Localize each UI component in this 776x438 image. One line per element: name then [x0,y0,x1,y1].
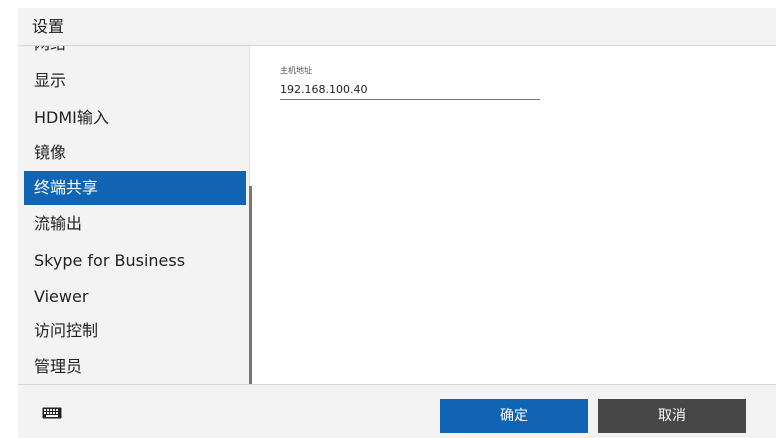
sidebar-item-network[interactable]: 网络 [24,46,246,61]
ok-button[interactable]: 确定 [440,399,588,433]
sidebar-item-viewer[interactable]: Viewer [24,280,246,314]
sidebar-item-mirroring[interactable]: 镜像 [24,136,246,170]
host-address-input[interactable] [280,79,540,100]
host-address-label: 主机地址 [280,66,312,75]
sidebar-item-terminal-sharing[interactable]: 终端共享 [24,171,246,205]
keyboard-icon[interactable] [42,407,62,419]
settings-window: 设置 网络 显示 HDMI输入 镜像 终端共享 流输出 Skype for Bu… [0,0,776,438]
sidebar-item-skype-for-business[interactable]: Skype for Business [24,244,246,278]
sidebar[interactable]: 网络 显示 HDMI输入 镜像 终端共享 流输出 Skype for Busin… [18,46,249,384]
cancel-button[interactable]: 取消 [598,399,746,433]
footer-bar: 确定 取消 [18,384,776,438]
content-panel: 主机地址 [252,46,776,384]
sidebar-item-administrator[interactable]: 管理员 [24,350,246,384]
sidebar-item-access-control[interactable]: 访问控制 [24,314,246,348]
sidebar-item-stream-output[interactable]: 流输出 [24,207,246,241]
sidebar-item-hdmi-input[interactable]: HDMI输入 [24,101,246,135]
page-title: 设置 [32,17,65,36]
header-bar: 设置 [18,8,776,46]
sidebar-item-display[interactable]: 显示 [24,64,246,98]
